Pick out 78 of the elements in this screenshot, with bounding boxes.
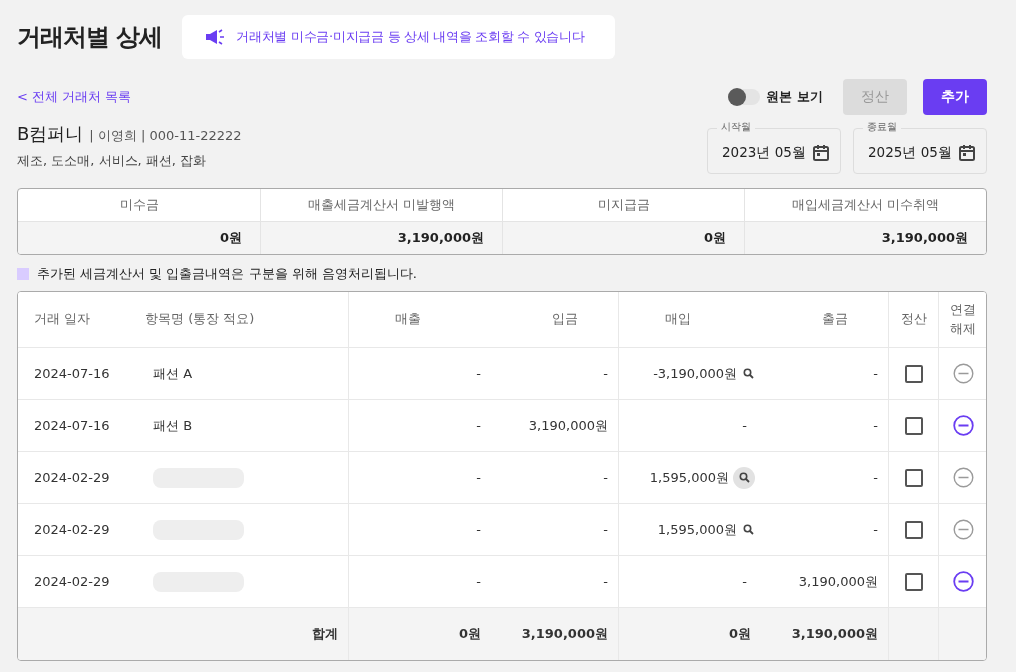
toggle-switch[interactable] (728, 89, 761, 105)
unlink-icon[interactable] (952, 363, 974, 384)
summary-label: 매출세금계산서 미발행액 (307, 196, 456, 214)
toggle-label: 원본 보기 (766, 88, 823, 106)
amount-text: - (603, 522, 608, 537)
amount-text: - (476, 418, 481, 433)
legend-text: 추가된 세금계산서 및 입출금내역은 구분을 위해 음영처리됩니다. (37, 265, 417, 283)
column-header: 연결 해제 (950, 301, 976, 338)
month-value: 2025년 05월 (868, 144, 952, 162)
date-cell: 2024-07-16 (34, 418, 110, 433)
summary-value: 3,190,000원 (881, 229, 968, 247)
amount-text: 1,595,000원 (649, 468, 729, 487)
summary-label: 미지급금 (597, 196, 650, 214)
column-header: 항목명 (통장 적요) (145, 310, 255, 329)
company-categories: 제조, 도소매, 서비스, 패션, 잡화 (17, 152, 208, 170)
amount-text: - (873, 470, 878, 485)
total-value: 3,190,000원 (791, 625, 878, 643)
total-value: 3,190,000원 (521, 625, 608, 643)
amount-text: - (742, 418, 747, 433)
summary-label: 미수금 (119, 196, 159, 214)
field-label: 시작월 (717, 120, 755, 134)
item-name: 패션 B (153, 416, 193, 435)
unlink-icon[interactable] (952, 519, 974, 540)
month-value: 2023년 05월 (722, 144, 806, 162)
amount-text: 1,595,000원 (657, 520, 737, 539)
search-icon[interactable] (733, 466, 755, 489)
amount-text: - (476, 366, 481, 381)
unlink-icon[interactable] (952, 467, 974, 488)
amount-text: - (603, 574, 608, 589)
field-label: 종료월 (863, 120, 901, 134)
column-header: 매입 (665, 310, 691, 329)
column-header: 거래 일자 (34, 310, 91, 329)
amount-text: - (873, 522, 878, 537)
column-header: 정산 (900, 310, 927, 329)
amount-text: - (476, 470, 481, 485)
column-header: 출금 (822, 310, 848, 329)
amount-text: 3,190,000원 (798, 572, 878, 591)
amount-text: - (603, 366, 608, 381)
amount-text: - (476, 522, 481, 537)
search-icon[interactable] (741, 522, 755, 537)
summary-label: 매입세금계산서 미수취액 (791, 196, 940, 214)
date-cell: 2024-02-29 (34, 522, 110, 537)
company-name: B컴퍼니 (17, 122, 84, 146)
total-label: 합계 (312, 625, 338, 643)
notice-text: 거래처별 미수금·미지급금 등 상세 내역을 조회할 수 있습니다 (236, 28, 585, 46)
amount-text: - (476, 574, 481, 589)
column-header: 매출 (395, 310, 421, 329)
amount-text: - (742, 574, 747, 589)
search-icon[interactable] (741, 366, 755, 381)
item-name: 패션 A (153, 364, 193, 383)
calendar-icon[interactable] (812, 144, 830, 162)
date-cell: 2024-02-29 (34, 574, 110, 589)
date-cell: 2024-07-16 (34, 366, 110, 381)
back-link[interactable]: < 전체 거래처 목록 (17, 88, 132, 106)
checkbox[interactable] (904, 416, 923, 435)
checkbox[interactable] (904, 520, 923, 539)
amount-text: -3,190,000원 (653, 364, 737, 383)
summary-value: 0원 (703, 229, 726, 247)
date-cell: 2024-02-29 (34, 470, 110, 485)
total-value: 0원 (728, 625, 751, 643)
megaphone-icon (204, 29, 227, 45)
summary-value: 3,190,000원 (397, 229, 484, 247)
summary-value: 0원 (219, 229, 242, 247)
amount-text: - (603, 470, 608, 485)
calendar-icon[interactable] (958, 144, 976, 162)
checkbox[interactable] (904, 364, 923, 383)
page-title: 거래처별 상세 (17, 22, 163, 53)
add-button[interactable]: 추가 (923, 79, 987, 115)
total-value: 0원 (458, 625, 481, 643)
unlink-icon[interactable] (952, 571, 974, 592)
column-header: 입금 (552, 310, 578, 329)
amount-text: - (873, 366, 878, 381)
unlink-icon[interactable] (952, 415, 974, 436)
checkbox[interactable] (904, 468, 923, 487)
amount-text: - (873, 418, 878, 433)
amount-text: 3,190,000원 (528, 416, 608, 435)
checkbox[interactable] (904, 572, 923, 591)
company-details: | 이영희 | 000-11-22222 (89, 127, 242, 145)
